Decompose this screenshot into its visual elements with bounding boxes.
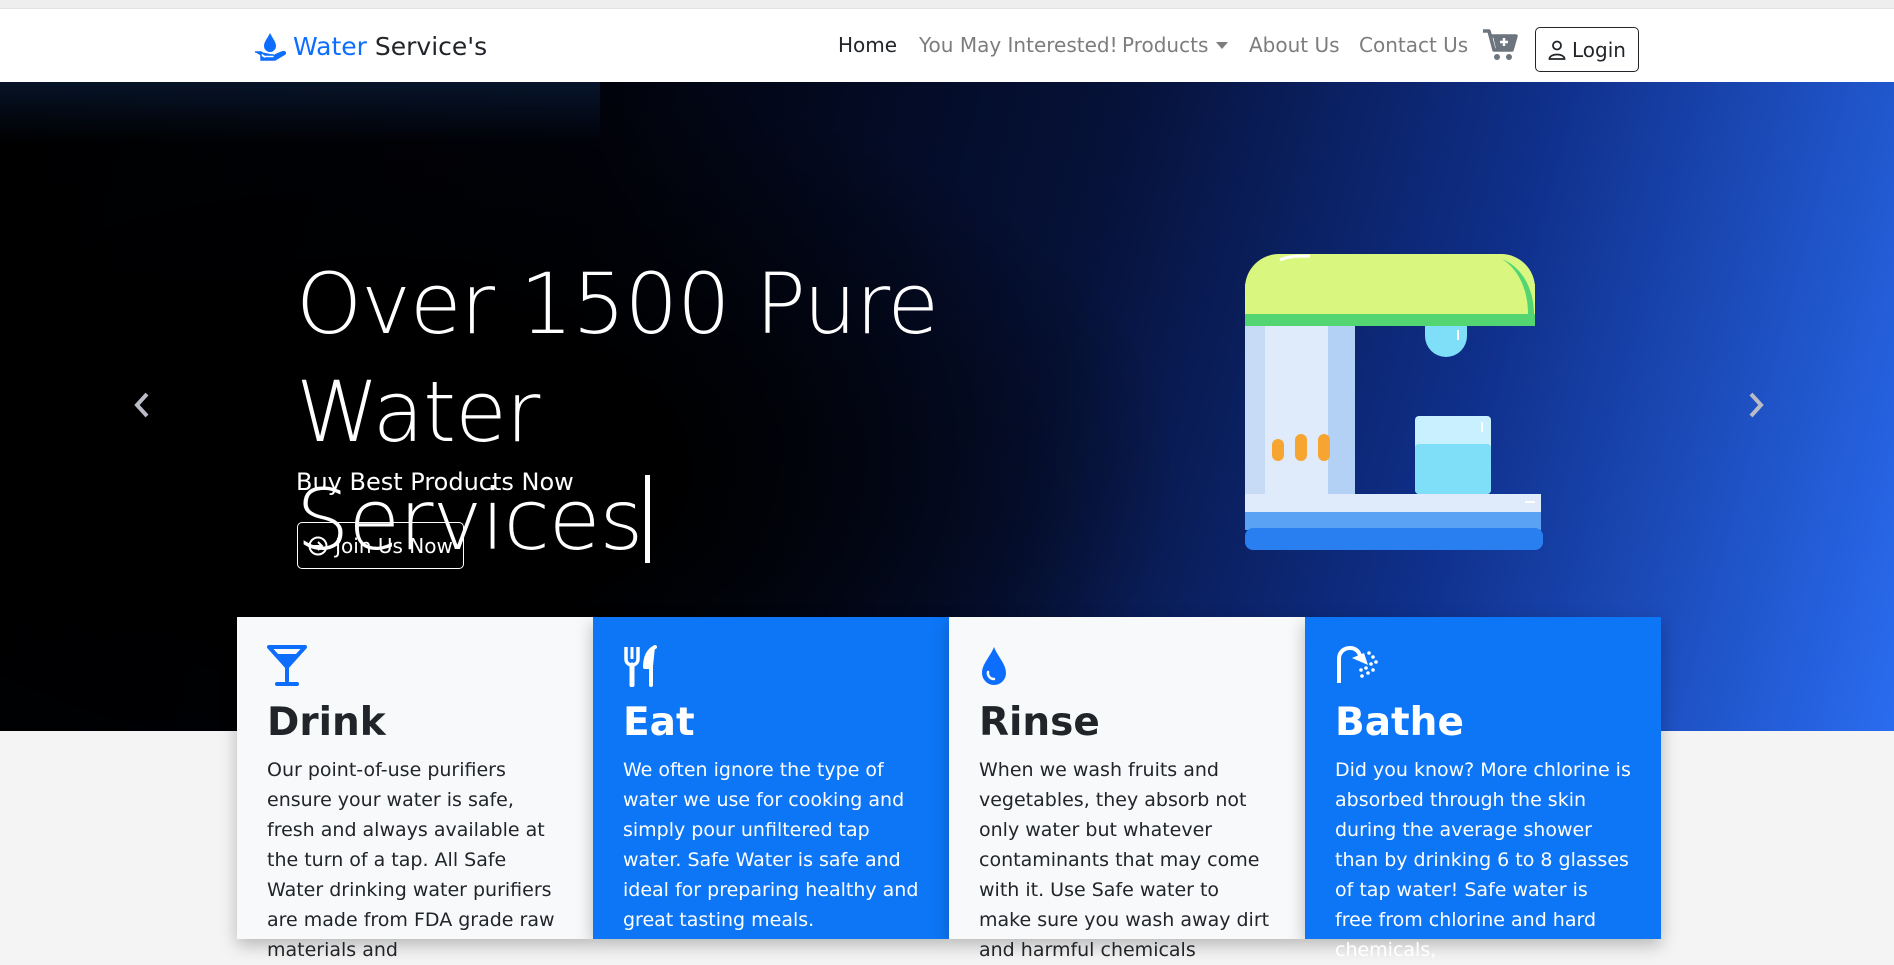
card-title: Bathe [1335, 700, 1464, 745]
card-title: Eat [623, 700, 695, 745]
navbar: Water Service's Home You May Interested!… [0, 9, 1894, 83]
card-text: Did you know? More chlorine is absorbed … [1335, 759, 1631, 961]
card-text: We often ignore the type of water we use… [623, 759, 919, 931]
utensils-icon [624, 645, 657, 688]
brand-name-water: Water [293, 31, 367, 61]
join-us-button[interactable]: Join Us Now [297, 522, 464, 569]
shower-icon [1337, 645, 1378, 683]
feature-card-drink: Drink Our point-of-use purifiers ensure … [237, 617, 593, 961]
nav-products-dropdown[interactable]: Products [1122, 33, 1229, 57]
hero-title-line1: Over 1500 Pure Water [296, 255, 939, 461]
hand-water-drop-icon [255, 33, 286, 61]
card-title: Drink [267, 700, 386, 745]
card-title: Rinse [979, 700, 1100, 745]
nav-contact-us[interactable]: Contact Us [1359, 33, 1468, 57]
carousel-prev-button[interactable] [132, 390, 152, 424]
login-button[interactable]: Login [1535, 27, 1639, 72]
hero-shadow [0, 82, 600, 142]
cart-button[interactable] [1482, 28, 1518, 66]
cart-plus-icon [1483, 29, 1518, 60]
card-text: When we wash fruits and vegetables, they… [979, 759, 1270, 961]
chevron-left-icon [134, 392, 149, 418]
water-drop-icon [982, 647, 1006, 685]
nav-you-may-interested[interactable]: You May Interested! [919, 33, 1118, 57]
browser-top-edge [0, 0, 1894, 9]
feature-card-bathe: Bathe Did you know? More chlorine is abs… [1305, 617, 1661, 961]
card-text: Our point-of-use purifiers ensure your w… [267, 759, 555, 961]
user-icon [1548, 40, 1566, 60]
nav-products-label: Products [1122, 33, 1209, 57]
feature-card-rinse: Rinse When we wash fruits and vegetables… [949, 617, 1305, 961]
join-us-label: Join Us Now [335, 533, 453, 558]
arrow-circle-right-icon [308, 536, 328, 555]
chevron-right-icon [1749, 392, 1764, 418]
chevron-down-icon [1216, 41, 1229, 49]
brand-name-services: Service's [374, 31, 488, 61]
cocktail-glass-icon [267, 645, 307, 686]
brand-logo[interactable]: Water Service's [254, 31, 487, 61]
hero-subtitle: Buy Best Products Now [296, 468, 574, 496]
water-dispenser-illustration [1245, 254, 1543, 550]
carousel-next-button[interactable] [1746, 390, 1766, 424]
feature-card-eat: Eat We often ignore the type of water we… [593, 617, 949, 939]
login-label: Login [1572, 37, 1626, 62]
nav-about-us[interactable]: About Us [1249, 33, 1340, 57]
nav-home[interactable]: Home [838, 33, 897, 57]
typing-cursor [645, 475, 651, 563]
